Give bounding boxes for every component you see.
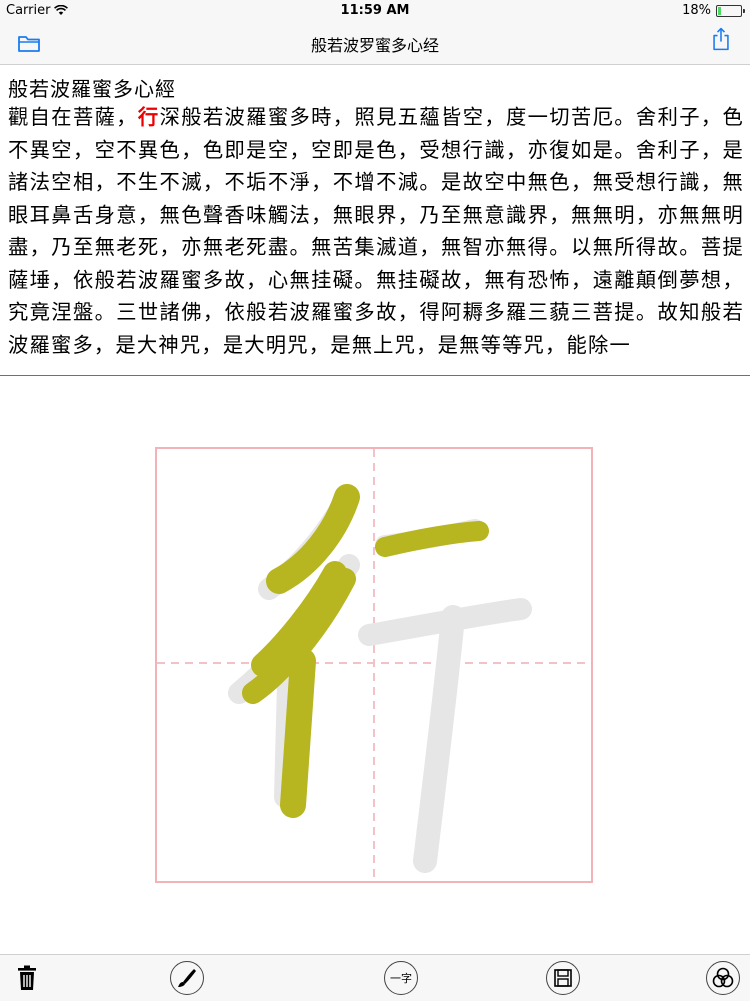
writing-canvas-drawing — [157, 449, 591, 881]
sutra-text-after: 深般若波羅蜜多時，照見五蘊皆空，度一切苦厄。舍利子，色不異空，空不異色，色即是空… — [8, 105, 745, 357]
sutra-body: 觀自在菩薩，行深般若波羅蜜多時，照見五蘊皆空，度一切苦厄。舍利子，色不異空，空不… — [8, 101, 744, 361]
color-palette-icon — [712, 967, 734, 988]
brush-icon — [178, 969, 196, 987]
battery-icon — [716, 4, 745, 17]
sutra-text-before: 觀自在菩薩， — [8, 105, 138, 129]
color-button[interactable] — [706, 961, 740, 995]
battery-percent: 18% — [682, 3, 711, 18]
navigation-bar: 般若波罗蜜多心经 — [0, 22, 750, 65]
brush-button[interactable] — [170, 961, 204, 995]
character-select-label: 一字 — [390, 972, 412, 985]
page-title: 般若波罗蜜多心经 — [310, 36, 439, 55]
save-icon — [554, 969, 572, 987]
clock: 11:59 AM — [340, 3, 410, 18]
character-select-button[interactable]: 一字 — [384, 961, 418, 995]
writing-canvas[interactable] — [155, 447, 593, 883]
share-icon[interactable] — [708, 26, 734, 52]
sutra-title: 般若波羅蜜多心經 — [8, 77, 176, 101]
text-divider — [0, 375, 750, 376]
bottom-toolbar: 一字 — [0, 954, 750, 1001]
trash-icon — [18, 965, 36, 990]
trash-button[interactable] — [10, 961, 44, 995]
current-character-highlight[interactable]: 行 — [138, 105, 160, 129]
save-button[interactable] — [546, 961, 580, 995]
status-bar: Carrier 11:59 AM 18% — [0, 0, 750, 22]
battery-indicator: 18% — [682, 3, 745, 18]
sutra-text-panel[interactable]: 般若波羅蜜多心經 觀自在菩薩，行深般若波羅蜜多時，照見五蘊皆空，度一切苦厄。舍利… — [0, 65, 750, 375]
